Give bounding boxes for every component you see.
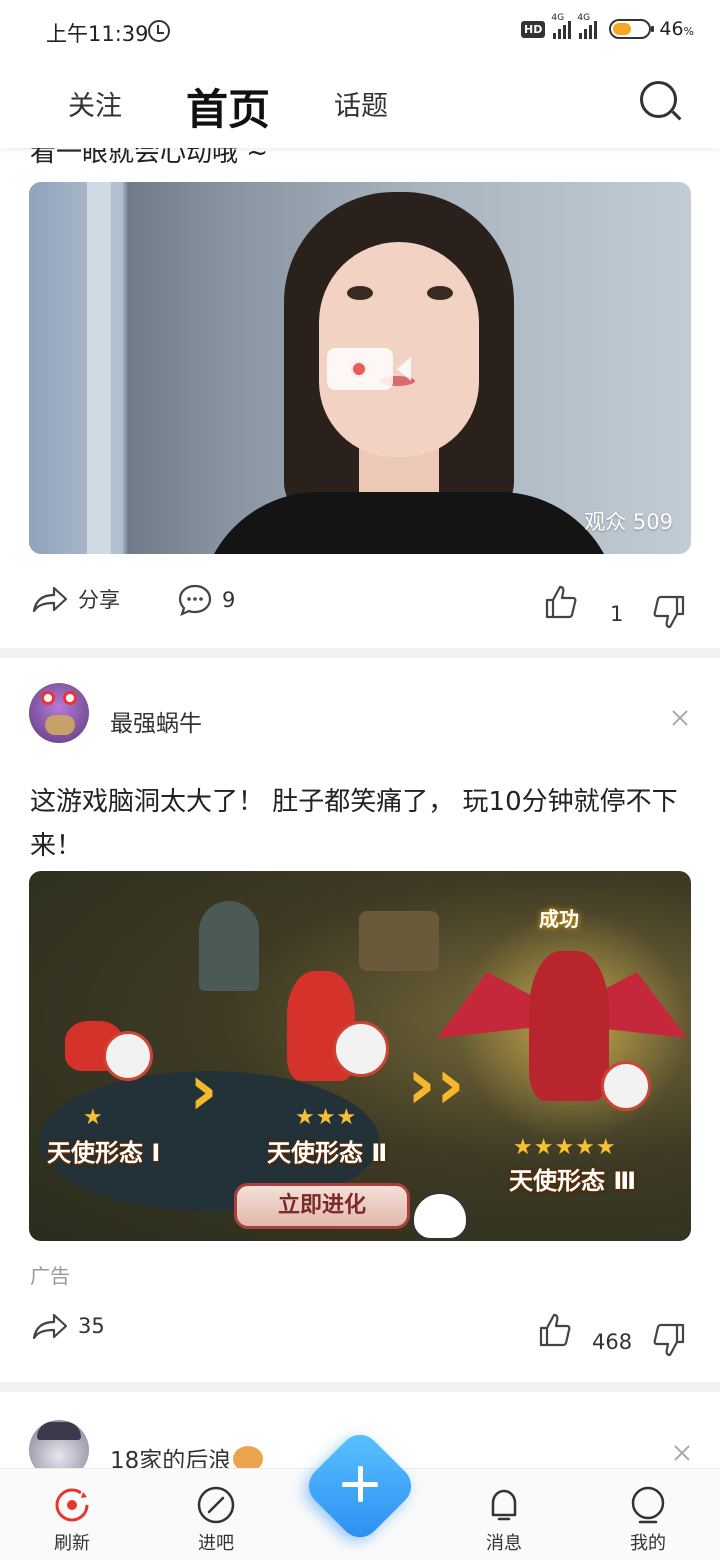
tab-home[interactable]: 首页	[186, 76, 270, 137]
avatar[interactable]	[29, 683, 89, 743]
thumbs-up-icon	[538, 1312, 572, 1348]
background-door	[87, 182, 111, 554]
post-action-bar: 分享 9 1	[0, 584, 720, 644]
share-label: 分享	[78, 588, 120, 612]
like-button[interactable]	[544, 584, 578, 620]
streamer-eye	[347, 286, 373, 300]
comment-button[interactable]: 9	[178, 584, 235, 616]
share-icon	[32, 1312, 68, 1340]
live-camera-icon	[327, 348, 411, 390]
status-bar: 上午11:39 HD 4G 4G 46%	[0, 0, 720, 64]
dislike-button[interactable]	[652, 1322, 686, 1358]
bell-icon	[484, 1485, 524, 1525]
nav-messages[interactable]: 消息	[464, 1485, 544, 1555]
snail-shell	[601, 1061, 651, 1111]
arrow-right-icon: ›	[189, 1049, 218, 1131]
hd-icon: HD	[521, 20, 546, 38]
nav-refresh[interactable]: 刷新	[32, 1485, 112, 1555]
ad-label: 广告	[30, 1264, 70, 1288]
stage-stars: ★★★	[295, 1105, 358, 1130]
status-time: 上午11:39	[46, 22, 149, 46]
nav-label: 我的	[630, 1533, 666, 1554]
nav-enter-bar[interactable]: 进吧	[176, 1485, 256, 1555]
snail-shell	[103, 1031, 153, 1081]
signal-icon: 4G	[577, 13, 598, 39]
battery-percent: 46%	[659, 18, 694, 40]
stage-label: 天使形态 Ⅲ	[509, 1167, 637, 1195]
share-button[interactable]: 35	[32, 1312, 105, 1340]
statue	[199, 901, 259, 991]
stage-label: 天使形态 Ⅰ	[47, 1139, 161, 1167]
nav-label: 消息	[486, 1533, 522, 1554]
success-badge: 成功	[539, 907, 579, 931]
dragon-body	[529, 951, 609, 1101]
battery-icon	[609, 19, 655, 39]
share-count: 35	[78, 1314, 105, 1338]
nav-label: 刷新	[54, 1533, 90, 1554]
sign	[359, 911, 439, 971]
refresh-icon	[52, 1485, 92, 1525]
snail-shell	[333, 1021, 389, 1077]
stage-stars: ★★★★★	[513, 1135, 617, 1160]
like-count: 468	[592, 1330, 633, 1354]
stage-stars: ★	[83, 1105, 104, 1130]
thumbs-down-icon	[652, 1322, 686, 1358]
streamer-eye	[427, 286, 453, 300]
stage-label: 天使形态 Ⅱ	[267, 1139, 388, 1167]
signal-icon: 4G	[551, 13, 572, 39]
viewer-count: 观众 509	[584, 510, 673, 534]
pointing-hand-icon	[412, 1192, 468, 1240]
close-icon[interactable]	[672, 710, 688, 726]
status-right: HD 4G 4G 46%	[521, 13, 694, 40]
tab-follow[interactable]: 关注	[68, 84, 122, 123]
alarm-icon	[148, 20, 170, 42]
top-nav: 关注 首页 话题	[0, 64, 720, 148]
streamer-shirt	[199, 492, 619, 554]
dislike-button[interactable]	[652, 594, 686, 630]
feed-separator	[0, 1382, 720, 1392]
nav-profile[interactable]: 我的	[608, 1485, 688, 1555]
author-name[interactable]: 最强蜗牛	[110, 704, 202, 738]
comment-icon	[178, 584, 212, 616]
share-button[interactable]: 分享	[32, 584, 120, 614]
search-icon[interactable]	[640, 81, 682, 121]
like-button[interactable]	[538, 1312, 572, 1348]
tab-topics[interactable]: 话题	[334, 84, 388, 123]
profile-icon	[628, 1485, 668, 1525]
post-action-bar: 35 468	[0, 1312, 720, 1372]
close-icon[interactable]	[674, 1445, 690, 1461]
arrow-right-icon: ››	[407, 1043, 465, 1125]
like-count: 1	[610, 602, 624, 626]
feed-separator	[0, 648, 720, 658]
share-icon	[32, 585, 68, 613]
live-stream-thumbnail[interactable]: 观众 509	[29, 182, 691, 554]
evolve-now-button[interactable]: 立即进化	[234, 1183, 410, 1229]
plus-icon	[338, 1462, 382, 1506]
thumbs-up-icon	[544, 584, 578, 620]
post-text: 这游戏脑洞太大了！ 肚子都笑痛了， 玩10分钟就停不下来！	[30, 787, 678, 861]
comment-count: 9	[222, 588, 236, 612]
nav-label: 进吧	[198, 1533, 234, 1554]
compass-icon	[196, 1485, 236, 1525]
thumbs-down-icon	[652, 594, 686, 630]
